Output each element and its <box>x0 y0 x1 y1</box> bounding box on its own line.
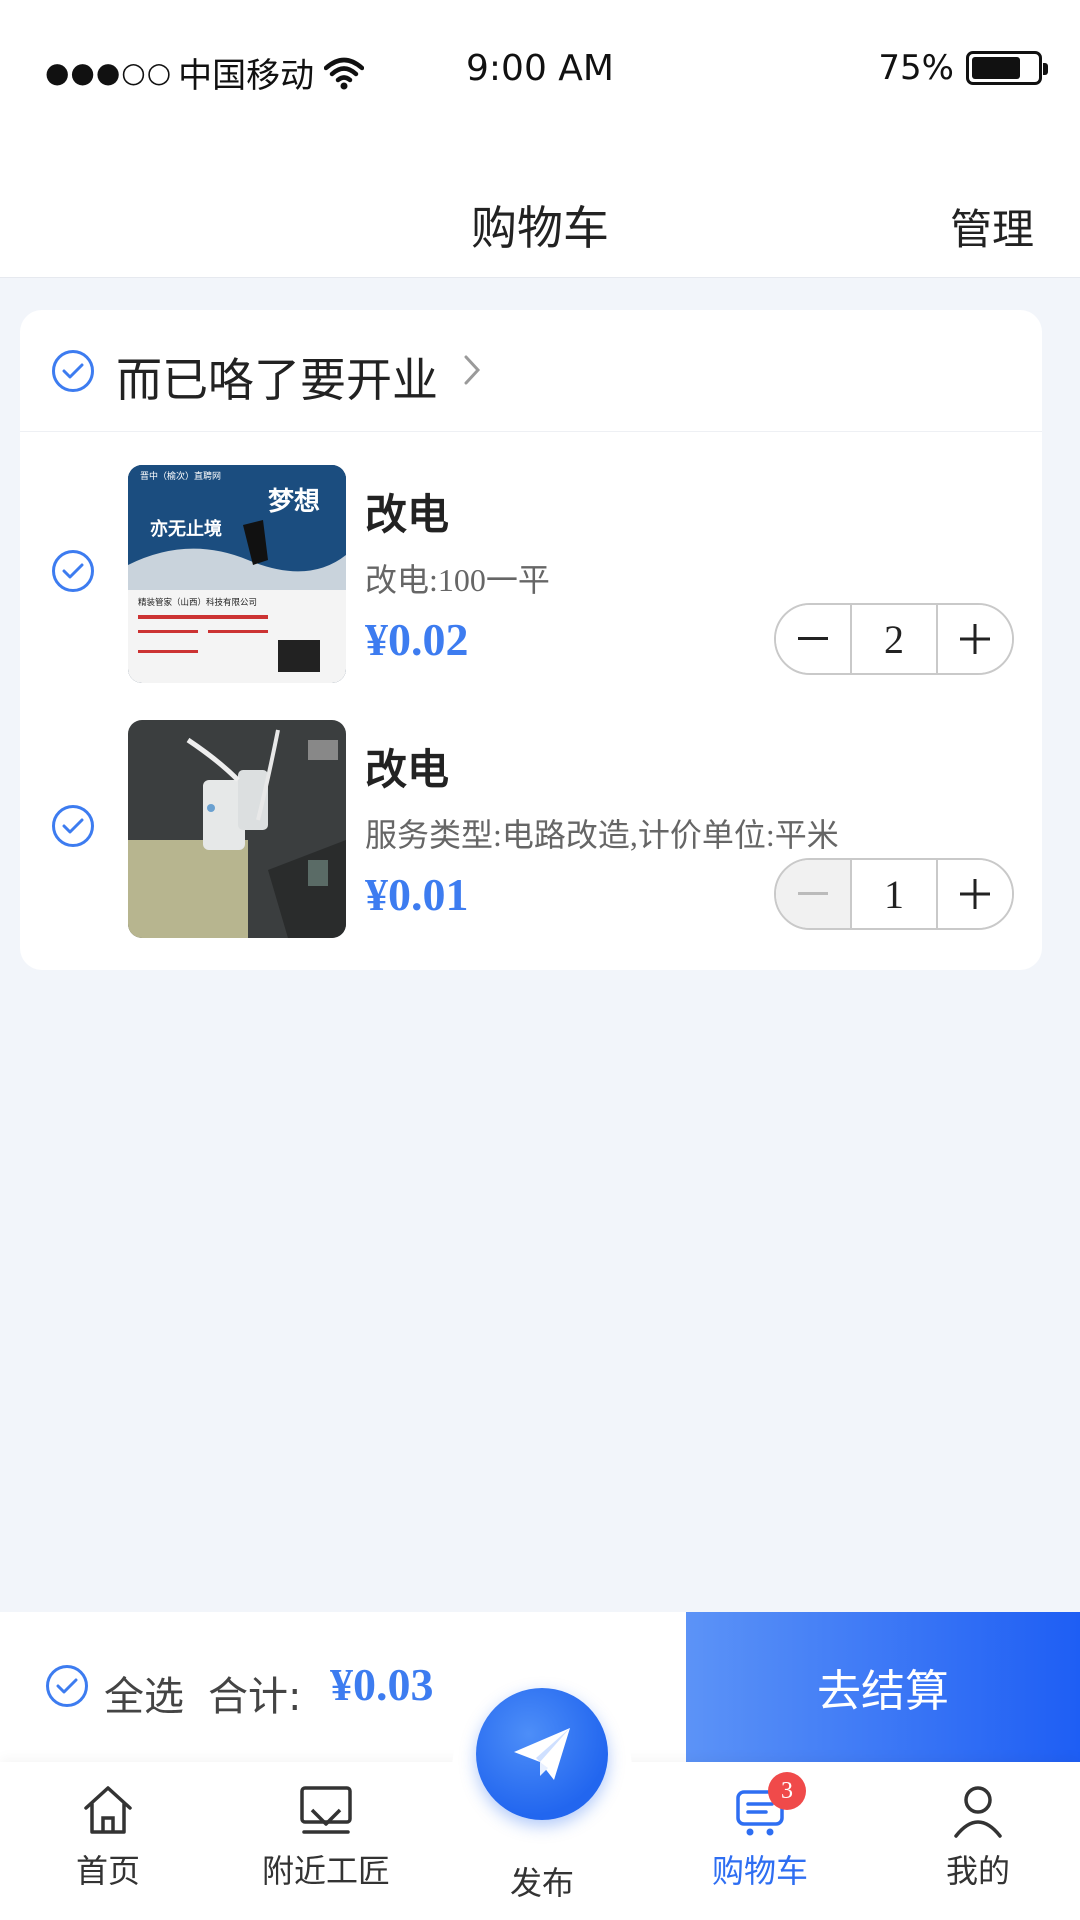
item-check-icon[interactable] <box>52 550 94 592</box>
tab-label: 购物车 <box>711 1852 808 1890</box>
cart-item: 改电 服务类型:电路改造,计价单位:平米 ¥0.01 1 <box>20 720 1042 950</box>
tab-label: 首页 <box>75 1852 140 1890</box>
chevron-right-icon[interactable] <box>462 352 482 396</box>
item-description: 服务类型:电路改造,计价单位:平米 <box>365 817 839 853</box>
minus-icon <box>798 637 828 640</box>
total-label: 合计: <box>208 1674 302 1720</box>
status-right: 75% <box>878 48 1048 88</box>
quantity-stepper: 2 <box>774 603 1014 675</box>
tab-mine[interactable]: 我的 <box>888 1762 1068 1920</box>
tab-cart[interactable]: 3 购物车 <box>670 1762 850 1920</box>
total-price: ¥0.03 <box>330 1659 434 1710</box>
select-all-check-icon[interactable] <box>46 1665 88 1707</box>
poster-headline: 亦无止境 <box>150 518 222 540</box>
battery-icon <box>966 51 1048 85</box>
checkout-button[interactable]: 去结算 <box>686 1612 1080 1762</box>
decrease-button[interactable] <box>776 860 850 928</box>
increase-button[interactable] <box>938 605 1012 673</box>
item-price: ¥0.01 <box>365 869 469 920</box>
shop-name[interactable]: 而已咯了要开业 <box>116 344 438 410</box>
battery-fill <box>972 57 1020 79</box>
nearby-icon <box>300 1786 352 1834</box>
publish-button[interactable] <box>476 1688 608 1820</box>
poster-image: 晋中（榆次）直聘网 亦无止境 梦想 精装管家（山西）科技有限公司 <box>128 465 346 683</box>
item-description: 改电:100一平 <box>365 562 550 598</box>
status-bar: ●●●○○ 中国移动 9:00 AM 75% <box>0 0 1080 140</box>
cart-badge: 3 <box>768 1772 806 1810</box>
shop-header[interactable]: 而已咯了要开业 <box>20 310 1042 432</box>
plus-icon <box>960 624 990 654</box>
page-title: 购物车 <box>471 201 609 255</box>
decrease-button[interactable] <box>776 605 850 673</box>
nav-header: 购物车 管理 <box>0 140 1080 278</box>
user-icon <box>954 1786 1002 1838</box>
battery-percent: 75% <box>878 48 954 88</box>
poster-slogan: 梦想 <box>268 487 320 517</box>
minus-icon <box>798 892 828 895</box>
select-all-label[interactable]: 全选 <box>104 1664 184 1722</box>
increase-button[interactable] <box>938 860 1012 928</box>
poster-top-text: 晋中（榆次）直聘网 <box>140 470 221 482</box>
poster-company: 精装管家（山西）科技有限公司 <box>138 597 257 608</box>
shop-card: 而已咯了要开业 晋中（榆次）直聘网 亦无止境 梦想 精装管家（山西）科技有限公司… <box>20 310 1042 970</box>
tab-label: 附近工匠 <box>261 1852 390 1890</box>
quantity-stepper: 1 <box>774 858 1014 930</box>
tab-label: 发布 <box>509 1864 574 1902</box>
photo-image <box>128 720 346 938</box>
item-thumbnail[interactable] <box>128 720 346 938</box>
item-price: ¥0.02 <box>365 614 469 665</box>
item-title[interactable]: 改电 <box>365 736 449 797</box>
tab-home[interactable]: 首页 <box>18 1762 198 1920</box>
quantity-value[interactable]: 2 <box>850 605 938 673</box>
manage-button[interactable]: 管理 <box>950 196 1034 257</box>
paper-plane-icon <box>514 1728 570 1780</box>
quantity-value[interactable]: 1 <box>850 860 938 928</box>
home-icon <box>84 1786 132 1834</box>
item-thumbnail[interactable]: 晋中（榆次）直聘网 亦无止境 梦想 精装管家（山西）科技有限公司 <box>128 465 346 683</box>
tab-label: 我的 <box>945 1852 1010 1890</box>
shop-check-icon[interactable] <box>52 350 94 392</box>
tab-nearby[interactable]: 附近工匠 <box>236 1762 416 1920</box>
cart-item: 晋中（榆次）直聘网 亦无止境 梦想 精装管家（山西）科技有限公司 改电 改电:1… <box>20 465 1042 695</box>
item-check-icon[interactable] <box>52 805 94 847</box>
plus-icon <box>960 879 990 909</box>
item-title[interactable]: 改电 <box>365 481 449 542</box>
